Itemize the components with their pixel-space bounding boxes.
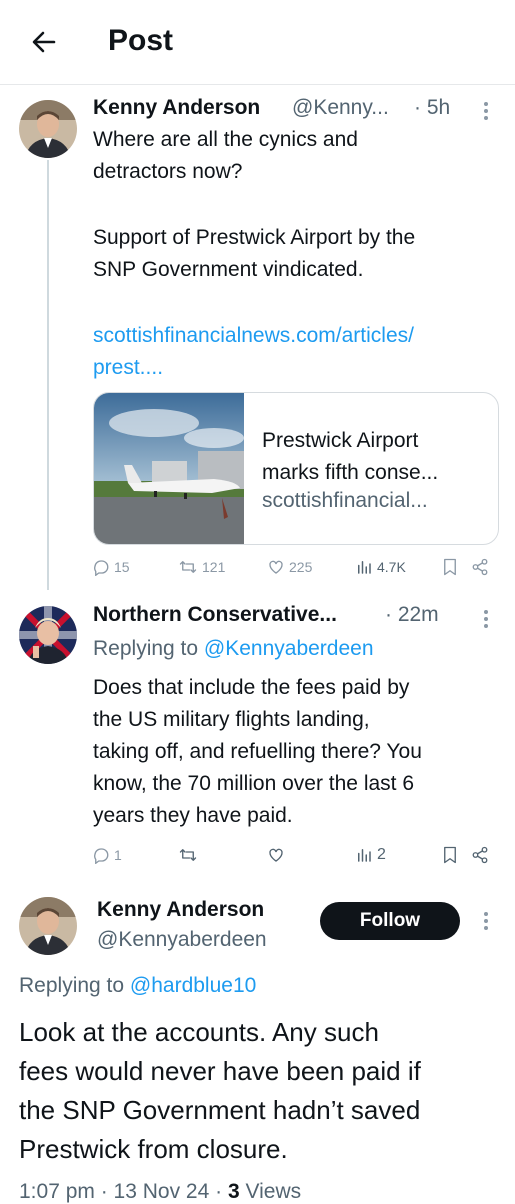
share-button[interactable] [471, 846, 489, 864]
bookmark-button[interactable] [442, 558, 458, 576]
repost-icon [179, 849, 197, 861]
link-preview-card[interactable]: Prestwick Airport marks fifth conse... s… [93, 392, 499, 545]
more-options-icon[interactable] [477, 910, 495, 930]
tweet-text-line: years they have paid. [93, 804, 293, 827]
more-options-icon[interactable] [477, 100, 495, 120]
more-options-icon[interactable] [477, 608, 495, 628]
article-link[interactable]: scottishfinancialnews.com/articles/ [93, 320, 414, 352]
replying-to: Replying to @Kennyaberdeen [93, 637, 374, 661]
reply-button[interactable]: 1 [92, 846, 122, 864]
repost-count: 121 [202, 559, 226, 575]
reply-count: 1 [114, 847, 122, 863]
repost-button[interactable]: 121 [178, 558, 225, 576]
avatar-kenny-anderson[interactable] [19, 897, 77, 955]
views-button[interactable]: 2 [355, 846, 386, 864]
tweet-text-line: the SNP Government hadn’t saved [19, 1095, 421, 1125]
tweet-text-line: fees would never have been paid if [19, 1056, 421, 1086]
repost-button[interactable] [178, 846, 198, 864]
card-title-line: marks fifth conse... [262, 461, 439, 484]
views-count: 4.7K [377, 559, 406, 575]
author-handle[interactable]: @Kennyaberdeen [97, 928, 267, 952]
heart-icon [269, 848, 283, 862]
tweet-text-line: know, the 70 million over the last 6 [93, 772, 415, 795]
back-arrow-icon[interactable] [28, 26, 60, 58]
card-title-line: Prestwick Airport [262, 429, 419, 452]
like-button[interactable] [267, 846, 285, 864]
author-name[interactable]: Kenny Anderson [93, 96, 260, 120]
tweet-text-line: the US military flights landing, [93, 708, 370, 731]
tweet-text-line: taking off, and refuelling there? You [93, 740, 422, 763]
views-count: 2 [377, 846, 386, 863]
avatar-kenny-anderson[interactable] [19, 100, 77, 158]
heart-icon [269, 560, 283, 574]
post-time[interactable]: · 5h [414, 96, 450, 120]
reply-icon [94, 560, 109, 576]
bookmark-button[interactable] [442, 846, 458, 864]
share-icon [472, 846, 488, 864]
reply-icon [94, 848, 109, 864]
replying-to: Replying to @hardblue10 [19, 974, 256, 998]
share-icon [472, 558, 488, 576]
replying-to-handle[interactable]: @hardblue10 [130, 974, 256, 997]
tweet-text-line: Look at the accounts. Any such [19, 1017, 379, 1047]
views-button[interactable]: 4.7K [355, 558, 406, 576]
post-time[interactable]: · 22m [385, 603, 439, 627]
card-image-jet [94, 393, 244, 544]
post-footer: 1:07 pm · 13 Nov 24 · 3 Views [19, 1180, 301, 1204]
tweet-text-line: Prestwick from closure. [19, 1134, 288, 1164]
thread-line [47, 160, 49, 590]
like-count: 225 [289, 559, 313, 575]
replying-to-label: Replying to [19, 974, 125, 997]
avatar-northern-conservative[interactable] [19, 606, 77, 664]
author-name[interactable]: Kenny Anderson [97, 898, 264, 922]
views-chart-icon [358, 849, 371, 862]
bookmark-icon [444, 558, 456, 576]
article-link[interactable]: prest.... [93, 352, 163, 384]
bookmark-icon [444, 846, 456, 864]
page-title: Post [108, 24, 174, 57]
tweet-text-line: Support of Prestwick Airport by the [93, 226, 416, 249]
reply-button[interactable]: 15 [92, 558, 130, 576]
tweet-text-line: Where are all the cynics and [93, 128, 358, 151]
follow-button[interactable]: Follow [320, 902, 460, 940]
author-name[interactable]: Northern Conservative... [93, 603, 337, 627]
replying-to-handle[interactable]: @Kennyaberdeen [204, 637, 374, 660]
repost-icon [179, 561, 197, 573]
author-handle[interactable]: @Kenny... [292, 96, 389, 120]
card-domain: scottishfinancial... [262, 489, 428, 512]
top-bar: Post [0, 0, 515, 85]
tweet-text-line: detractors now? [93, 160, 243, 183]
replying-to-label: Replying to [93, 637, 199, 660]
share-button[interactable] [471, 558, 489, 576]
tweet-text-line: Does that include the fees paid by [93, 676, 410, 699]
main-tweet-text: Look at the accounts. Any such fees woul… [19, 1013, 504, 1169]
views-chart-icon [358, 561, 371, 574]
tweet-text-line: SNP Government vindicated. [93, 258, 364, 281]
like-button[interactable]: 225 [267, 558, 312, 576]
reply-count: 15 [114, 559, 130, 575]
